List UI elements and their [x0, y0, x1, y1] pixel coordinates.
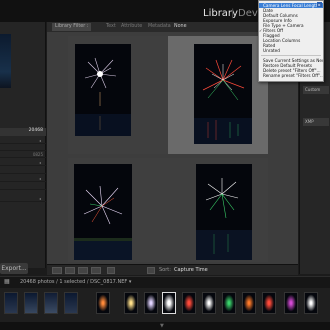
module-separator: | [231, 8, 235, 19]
filmstrip-thumb[interactable] [4, 292, 18, 314]
bottom-bar [0, 322, 330, 330]
toolbar: Sort: Capture Time [47, 264, 298, 275]
filter-tab-none[interactable]: None [171, 23, 190, 31]
filmstrip-thumb[interactable] [304, 292, 318, 314]
filter-tab-attribute[interactable]: Attribute [118, 23, 145, 31]
collapse-filmstrip-icon[interactable]: ▼ [160, 323, 164, 329]
grid-cell[interactable] [68, 36, 168, 154]
filmstrip-thumb[interactable] [144, 292, 158, 314]
grid-cell-selected[interactable] [168, 36, 268, 154]
filter-tab-text[interactable]: Text [103, 23, 119, 31]
navigator-preview[interactable] [0, 34, 11, 88]
firework-photo [75, 44, 131, 136]
sort-direction-icon[interactable] [147, 267, 155, 274]
filmstrip-thumb[interactable] [96, 292, 110, 314]
filmstrip-thumb[interactable] [222, 292, 236, 314]
left-row[interactable] [0, 145, 46, 151]
left-row[interactable]: 0825 [0, 152, 46, 158]
firework-photo [194, 44, 252, 144]
survey-view-icon[interactable] [91, 267, 101, 274]
export-button[interactable]: Export... [0, 263, 28, 274]
menu-divider [261, 55, 321, 56]
filmstrip-thumb-selected[interactable] [162, 292, 176, 314]
menu-item-rename-preset[interactable]: Rename preset "Filters Off"... [259, 73, 323, 78]
expand-triangle-icon[interactable]: ◂ [39, 176, 43, 181]
firework-photo [196, 164, 252, 260]
firework-photo [74, 164, 132, 260]
expand-triangle-icon[interactable]: ◂ [39, 160, 43, 165]
filmstrip-thumb[interactable] [64, 292, 78, 314]
catalog-all-photographs[interactable]: 20468 [0, 128, 46, 136]
filmstrip-thumb[interactable] [242, 292, 256, 314]
filter-tab-metadata[interactable]: Metadata [145, 23, 174, 31]
filmstrip-thumb[interactable] [202, 292, 216, 314]
expand-triangle-icon[interactable]: ◂ [39, 196, 43, 201]
grid-cell[interactable] [68, 158, 168, 262]
grid-icon[interactable]: ▦ [4, 278, 10, 285]
filmstrip-thumb[interactable] [182, 292, 196, 314]
grid-cell[interactable] [168, 158, 268, 262]
left-row[interactable]: ◂ [0, 196, 46, 202]
sort-label: Sort: [159, 267, 171, 273]
left-row[interactable] [0, 184, 46, 190]
saved-preset-select[interactable]: Custom [303, 86, 329, 94]
loupe-view-icon[interactable] [65, 267, 75, 274]
metadata-preset-select[interactable]: XMP [303, 118, 329, 126]
filter-bar-title: Library Filter : [52, 23, 92, 31]
left-row[interactable]: ◂ [0, 138, 46, 144]
menu-item-unrated[interactable]: Unrated [259, 48, 323, 53]
grid-view-icon[interactable] [52, 267, 62, 274]
left-row[interactable]: ◂ [0, 176, 46, 182]
compare-view-icon[interactable] [78, 267, 88, 274]
painter-icon[interactable] [107, 267, 115, 274]
column-preset-menu: Camera Lens Focal Length Date Default Co… [258, 0, 324, 82]
filmstrip-thumb[interactable] [284, 292, 298, 314]
filmstrip-thumb[interactable] [124, 292, 138, 314]
sort-select[interactable]: Capture Time [174, 267, 208, 273]
filmstrip-thumb[interactable] [24, 292, 38, 314]
left-row[interactable] [0, 168, 46, 174]
catalog-count: 20468 [28, 128, 43, 133]
filmstrip-thumb[interactable] [44, 292, 58, 314]
cursor-icon: ▸ [317, 2, 322, 7]
status-text[interactable]: 20468 photos / 1 selected / DSC_0817.NEF… [20, 279, 131, 285]
left-row[interactable]: ◂ [0, 160, 46, 166]
expand-triangle-icon[interactable]: ◂ [39, 138, 43, 143]
filmstrip-thumb[interactable] [262, 292, 276, 314]
